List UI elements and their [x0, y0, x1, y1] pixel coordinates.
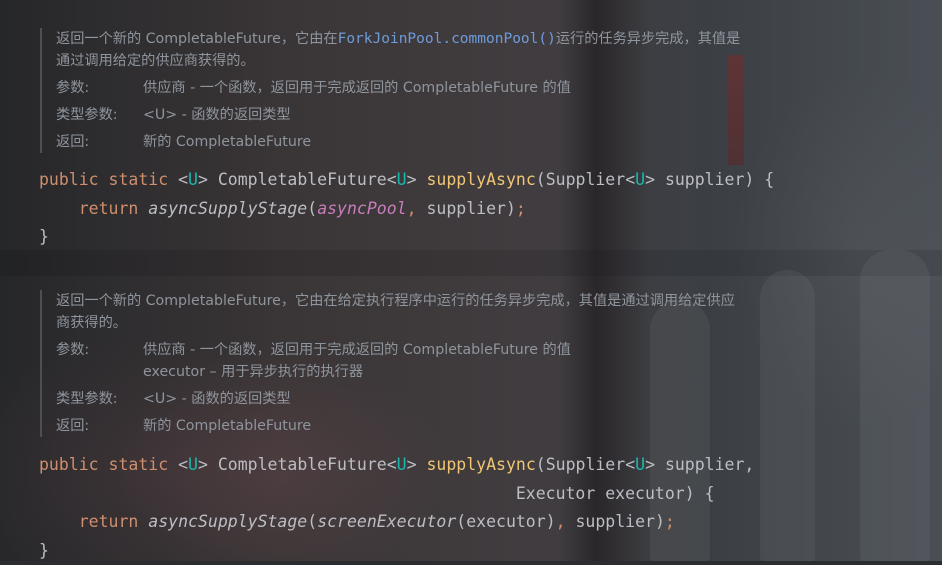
code-line[interactable]: public static <U> CompletableFuture<U> s… — [39, 455, 754, 474]
method-call[interactable]: asyncSupplyStage — [148, 512, 307, 531]
javadoc-block-1: 返回一个新的 CompletableFuture，它由在ForkJoinPool… — [40, 28, 856, 153]
desc-text: 商获得的。 — [56, 315, 127, 331]
generic-type-u: U — [396, 170, 407, 189]
params-value: 供应商 - 一个函数，返回用于完成返回的 CompletableFuture 的… — [143, 80, 571, 96]
code-line[interactable]: public static <U> CompletableFuture<U> s… — [39, 170, 774, 189]
arg-ref[interactable]: executor — [466, 512, 545, 531]
desc-text: 运行的任务异步完成，其值是 — [555, 31, 741, 47]
param-name[interactable]: supplier, — [665, 455, 754, 474]
params-label: 参数: — [56, 80, 90, 96]
returns-value: 新的 CompletableFuture — [143, 418, 312, 434]
code-line[interactable]: return asyncSupplyStage(asyncPool, suppl… — [79, 199, 526, 218]
generic-type-u: U — [396, 455, 407, 474]
generic-type-u: U — [635, 455, 646, 474]
code-line[interactable]: return asyncSupplyStage(screenExecutor(e… — [79, 512, 675, 531]
returns-row: 返回: 新的 CompletableFuture — [56, 131, 856, 153]
param-type[interactable]: Supplier — [546, 455, 625, 474]
keyword-return: return — [78, 512, 139, 531]
params-row: 参数: 供应商 - 一个函数，返回用于完成返回的 CompletableFutu… — [56, 339, 856, 383]
param-executor[interactable]: Executor executor — [516, 484, 685, 503]
params-value: 供应商 - 一个函数，返回用于完成返回的 CompletableFuture 的… — [143, 342, 571, 358]
returns-value: 新的 CompletableFuture — [143, 134, 312, 150]
param-type[interactable]: Supplier — [546, 170, 625, 189]
desc-text: 返回一个新的 CompletableFuture，它由在给定执行程序中运行的任务… — [56, 293, 735, 309]
return-type[interactable]: CompletableFuture — [218, 170, 387, 189]
params-row: 参数: 供应商 - 一个函数，返回用于完成返回的 CompletableFutu… — [56, 77, 856, 99]
generic-type-u: U — [188, 170, 198, 189]
generic-type-u: U — [635, 170, 646, 189]
desc-text: 返回一个新的 CompletableFuture，它由在 — [56, 31, 338, 47]
params-values: 供应商 - 一个函数，返回用于完成返回的 CompletableFuture 的… — [143, 339, 856, 383]
keyword-static: static — [108, 170, 169, 189]
param-name[interactable]: supplier — [665, 170, 744, 189]
keyword-return: return — [78, 198, 139, 218]
returns-row: 返回: 新的 CompletableFuture — [56, 415, 856, 437]
returns-label: 返回: — [56, 418, 90, 434]
type-params-row: 类型参数: <U> - 函数的返回类型 — [56, 388, 856, 410]
type-params-label: 类型参数: — [56, 391, 118, 407]
method-name[interactable]: supplyAsync — [426, 170, 535, 189]
method-call[interactable]: asyncSupplyStage — [148, 199, 307, 218]
type-params-value: <U> - 函数的返回类型 — [143, 391, 291, 407]
javadoc-block-2: 返回一个新的 CompletableFuture，它由在给定执行程序中运行的任务… — [40, 290, 856, 437]
brace: } — [39, 227, 49, 246]
brace: } — [39, 540, 49, 560]
params-label: 参数: — [56, 342, 90, 358]
generic-type-u: U — [188, 455, 198, 474]
band — [0, 250, 942, 276]
brace: ) { — [684, 483, 715, 503]
code-line[interactable]: Executor executor) { — [516, 484, 715, 503]
type-params-row: 类型参数: <U> - 函数的返回类型 — [56, 104, 856, 126]
javadoc-description: 返回一个新的 CompletableFuture，它由在ForkJoinPool… — [56, 28, 856, 72]
keyword-public: public — [39, 170, 99, 189]
return-type[interactable]: CompletableFuture — [218, 455, 387, 474]
javadoc-description: 返回一个新的 CompletableFuture，它由在给定执行程序中运行的任务… — [56, 290, 856, 334]
params-value: executor – 用于异步执行的执行器 — [143, 364, 364, 380]
type-params-value: <U> - 函数的返回类型 — [143, 107, 291, 123]
desc-text: 通过调用给定的供应商获得的。 — [56, 53, 255, 69]
keyword-static: static — [108, 455, 169, 474]
method-name[interactable]: supplyAsync — [426, 455, 535, 474]
arg-ref[interactable]: supplier — [426, 199, 505, 218]
arg-ref[interactable]: supplier — [576, 512, 655, 531]
background-pillar — [860, 250, 930, 561]
code-block-2[interactable]: public static <U> CompletableFuture<U> s… — [39, 451, 754, 565]
type-params-label: 类型参数: — [56, 107, 118, 123]
field-ref[interactable]: asyncPool — [317, 199, 406, 218]
brace: ) { — [744, 170, 775, 189]
returns-label: 返回: — [56, 134, 90, 150]
keyword-public: public — [39, 455, 99, 474]
code-block-1[interactable]: public static <U> CompletableFuture<U> s… — [39, 166, 774, 252]
method-call[interactable]: screenExecutor — [317, 512, 456, 531]
commonpool-link[interactable]: ForkJoinPool.commonPool() — [338, 31, 556, 47]
